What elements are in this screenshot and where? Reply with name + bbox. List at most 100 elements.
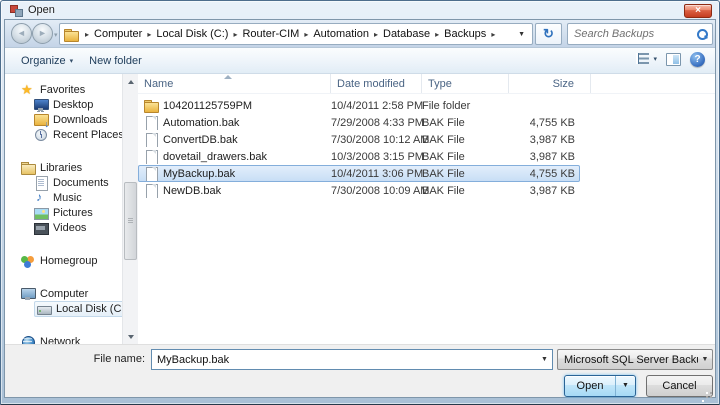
breadcrumb-chevron-icon[interactable]: ▸ — [435, 30, 439, 39]
file-size: 3,987 KB — [509, 185, 575, 197]
breadcrumb-chevron-icon[interactable]: ▸ — [85, 30, 89, 39]
file-date-modified: 10/4/2011 3:06 PM — [331, 168, 422, 180]
breadcrumb-item[interactable]: Backups — [444, 28, 486, 40]
breadcrumb-item[interactable]: Router-CIM — [242, 28, 299, 40]
resize-grip[interactable] — [704, 386, 712, 394]
sidebar-scrollbar[interactable] — [122, 74, 138, 344]
file-size: 4,755 KB — [509, 117, 575, 129]
window-title: Open — [28, 4, 55, 16]
file-name-cell: dovetail_drawers.bak — [139, 150, 331, 164]
file-icon — [144, 184, 158, 198]
sidebar-item-label: Pictures — [53, 207, 93, 219]
sidebar-item-local-disk-c[interactable]: Local Disk (C:) — [5, 301, 122, 316]
open-split-button: Open ▼ — [564, 375, 636, 397]
file-row[interactable]: ConvertDB.bak7/30/2008 10:12 AMBAK File3… — [138, 131, 580, 148]
sidebar-item-downloads[interactable]: Downloads — [5, 112, 122, 127]
breadcrumb-chevron-icon[interactable]: ▸ — [233, 30, 237, 39]
sidebar-item-pictures[interactable]: Pictures — [5, 205, 122, 220]
file-name-dropdown-icon[interactable]: ▼ — [537, 356, 552, 363]
new-folder-button[interactable]: New folder — [81, 52, 150, 70]
file-name: NewDB.bak — [163, 185, 221, 197]
breadcrumb-chevron-icon[interactable]: ▸ — [147, 30, 151, 39]
file-row[interactable]: MyBackup.bak10/4/2011 3:06 PMBAK File4,7… — [138, 165, 580, 182]
star-icon — [21, 83, 35, 97]
breadcrumb-chevron-icon[interactable]: ▸ — [491, 30, 495, 39]
breadcrumb-chevron-icon[interactable]: ▸ — [304, 30, 308, 39]
organize-label: Organize — [21, 55, 66, 67]
help-button[interactable]: ? — [690, 52, 705, 67]
file-name-input[interactable] — [152, 353, 537, 367]
forward-button[interactable]: ► — [32, 23, 53, 44]
column-header-size[interactable]: Size — [509, 74, 591, 93]
search-input[interactable] — [572, 27, 696, 41]
chevron-down-icon: ▾ — [70, 57, 74, 65]
cancel-button[interactable]: Cancel — [646, 375, 713, 397]
open-button[interactable]: Open — [565, 376, 615, 396]
back-button[interactable]: ◄ — [11, 23, 32, 44]
sidebar-item-computer[interactable]: Computer — [5, 286, 122, 301]
refresh-button[interactable]: ↻ — [535, 23, 562, 45]
documents-icon — [34, 176, 48, 190]
app-icon — [10, 4, 22, 16]
file-row[interactable]: 104201125759PM10/4/2011 2:58 PMFile fold… — [138, 97, 580, 114]
sidebar-item-favorites[interactable]: Favorites — [5, 82, 122, 97]
recent-pages-chevron-icon[interactable]: ▾ — [54, 31, 58, 39]
sidebar-item-music[interactable]: Music — [5, 190, 122, 205]
open-dropdown-icon[interactable]: ▼ — [615, 376, 635, 396]
file-date-modified: 7/29/2008 4:33 PM — [331, 117, 422, 129]
new-folder-label: New folder — [89, 55, 142, 67]
sidebar-item-network[interactable]: Network — [5, 334, 122, 344]
file-row[interactable]: NewDB.bak7/30/2008 10:09 AMBAK File3,987… — [138, 182, 580, 199]
sidebar-item-desktop[interactable]: Desktop — [5, 97, 122, 112]
file-name-cell: MyBackup.bak — [139, 167, 331, 181]
sidebar-item-label: Videos — [53, 222, 86, 234]
preview-pane-button[interactable] — [666, 53, 681, 66]
breadcrumb-item[interactable]: Computer — [94, 28, 142, 40]
search-box — [567, 23, 713, 45]
breadcrumb-item[interactable]: Local Disk (C:) — [156, 28, 228, 40]
scroll-up-icon[interactable] — [123, 74, 138, 89]
sidebar-item-label: Desktop — [53, 99, 93, 111]
scroll-down-icon[interactable] — [123, 329, 138, 344]
scrollbar-thumb[interactable] — [124, 182, 137, 260]
organize-button[interactable]: Organize ▾ — [13, 52, 81, 70]
list-header: Name Date modified Type Size — [138, 74, 715, 94]
sidebar-item-recent-places[interactable]: Recent Places — [5, 127, 122, 142]
breadcrumb-item[interactable]: Database — [383, 28, 430, 40]
current-location-highlight: Local Disk (C:) — [34, 301, 122, 317]
breadcrumb-chevron-icon[interactable]: ▸ — [374, 30, 378, 39]
column-header-type[interactable]: Type — [422, 74, 509, 93]
navigation-bar: ◄ ► ▾ ▸ Computer ▸ Local Disk (C:) ▸ Router-C… — [5, 20, 715, 48]
sidebar-item-videos[interactable]: Videos — [5, 220, 122, 235]
folder-icon — [144, 99, 158, 113]
column-header-date-modified[interactable]: Date modified — [331, 74, 422, 93]
sidebar-item-homegroup[interactable]: Homegroup — [5, 253, 122, 268]
file-size: 4,755 KB — [509, 168, 575, 180]
sidebar-item-libraries[interactable]: Libraries — [5, 160, 122, 175]
sidebar-item-documents[interactable]: Documents — [5, 175, 122, 190]
file-icon — [144, 116, 158, 130]
music-icon — [34, 191, 48, 205]
file-type-select[interactable]: Microsoft SQL Server Backup (* ▼ — [557, 349, 713, 370]
address-dropdown-icon[interactable]: ▼ — [515, 31, 528, 38]
file-icon — [144, 133, 158, 147]
sidebar-item-label: Computer — [40, 288, 88, 300]
file-type: File folder — [422, 100, 509, 112]
file-date-modified: 10/4/2011 2:58 PM — [331, 100, 422, 112]
file-date-modified: 10/3/2008 3:15 PM — [331, 151, 422, 163]
views-button[interactable]: ▾ — [636, 53, 657, 64]
network-icon — [21, 335, 35, 345]
sidebar-item-label: Homegroup — [40, 255, 97, 267]
disk-icon — [37, 302, 51, 316]
close-button[interactable]: × — [684, 4, 712, 18]
downloads-icon — [34, 113, 48, 127]
breadcrumb-item[interactable]: Automation — [313, 28, 369, 40]
navigation-pane: Favorites DesktopDownloadsRecent Places Li… — [5, 74, 122, 344]
file-name-cell: ConvertDB.bak — [139, 133, 331, 147]
views-icon — [636, 53, 649, 64]
address-bar[interactable]: ▸ Computer ▸ Local Disk (C:) ▸ Router-CIM ▸ Aut… — [59, 23, 533, 45]
column-header-name[interactable]: Name — [138, 74, 331, 93]
file-row[interactable]: dovetail_drawers.bak10/3/2008 3:15 PMBAK… — [138, 148, 580, 165]
command-bar: Organize ▾ New folder ▾ ? — [5, 48, 715, 74]
file-row[interactable]: Automation.bak7/29/2008 4:33 PMBAK File4… — [138, 114, 580, 131]
